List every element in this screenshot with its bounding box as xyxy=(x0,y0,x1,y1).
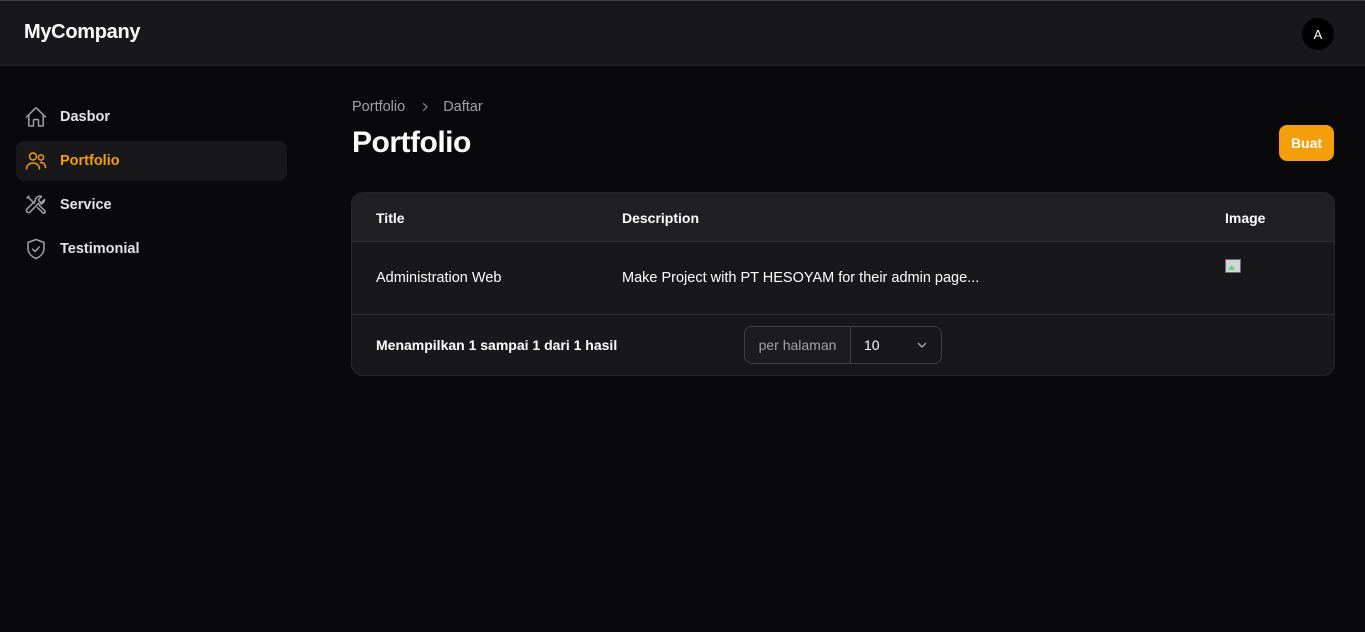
sidebar-item-label: Dasbor xyxy=(60,109,110,125)
cell-title: Administration Web xyxy=(376,270,502,286)
per-page-select[interactable]: 10 xyxy=(851,327,941,363)
breadcrumb-current: Daftar xyxy=(443,99,483,115)
tools-icon xyxy=(24,193,48,217)
column-header-image[interactable]: Image xyxy=(1225,210,1265,226)
sidebar-item-testimonial[interactable]: Testimonial xyxy=(16,229,287,269)
users-icon xyxy=(24,149,48,173)
chevron-down-icon xyxy=(915,338,929,352)
results-summary: Menampilkan 1 sampai 1 dari 1 hasil xyxy=(376,337,618,353)
table-footer: Menampilkan 1 sampai 1 dari 1 hasil per … xyxy=(352,315,1334,375)
table-header: Title Description Image xyxy=(352,193,1334,242)
sidebar-item-label: Testimonial xyxy=(60,241,140,257)
home-icon xyxy=(24,105,48,129)
cell-description: Make Project with PT HESOYAM for their a… xyxy=(622,270,980,286)
sidebar-item-dasbor[interactable]: Dasbor xyxy=(16,97,287,137)
top-bar: MyCompany A xyxy=(0,0,1365,66)
brand-logo[interactable]: MyCompany xyxy=(24,21,141,44)
table-row[interactable]: Administration Web Make Project with PT … xyxy=(352,242,1334,315)
sidebar-item-portfolio[interactable]: Portfolio xyxy=(16,141,287,181)
breadcrumb: Portfolio Daftar xyxy=(352,99,483,115)
sidebar-item-label: Service xyxy=(60,197,112,213)
page-title: Portfolio xyxy=(352,126,471,159)
broken-image-icon xyxy=(1225,259,1241,273)
column-header-title[interactable]: Title xyxy=(376,210,405,226)
chevron-right-icon xyxy=(419,101,431,113)
create-button[interactable]: Buat xyxy=(1279,125,1334,161)
breadcrumb-portfolio-link[interactable]: Portfolio xyxy=(352,99,405,115)
portfolio-table: Title Description Image Administration W… xyxy=(351,192,1335,376)
sidebar-item-label: Portfolio xyxy=(60,153,120,169)
column-header-description[interactable]: Description xyxy=(622,210,699,226)
per-page-label: per halaman xyxy=(745,327,851,363)
shield-check-icon xyxy=(24,237,48,261)
sidebar: Dasbor Portfolio Service Testimonial xyxy=(16,97,287,273)
per-page-value: 10 xyxy=(864,337,880,353)
per-page-control: per halaman 10 xyxy=(744,326,942,364)
sidebar-item-service[interactable]: Service xyxy=(16,185,287,225)
user-avatar[interactable]: A xyxy=(1302,18,1334,50)
